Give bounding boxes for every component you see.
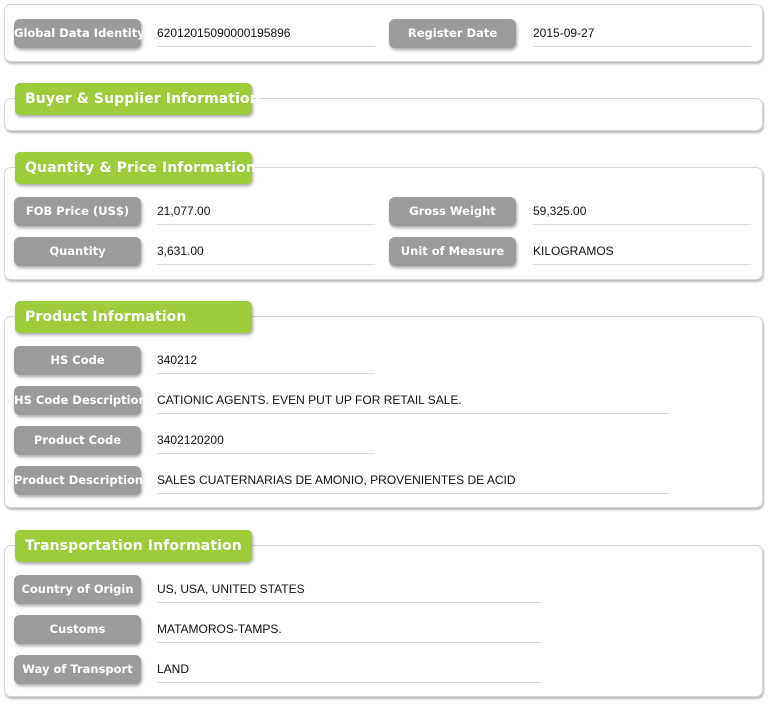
quantity-value: 3,631.00 [157, 243, 375, 265]
unit-of-measure-value: KILOGRAMOS [533, 243, 751, 265]
product-panel: HS Code 340212 HS Code Description CATIO… [4, 316, 763, 508]
quantity-price-title: Quantity & Price Information [15, 152, 256, 184]
customs-label: Customs [14, 615, 141, 644]
register-date-value: 2015-09-27 [533, 25, 751, 47]
hs-code-value: 340212 [157, 352, 375, 374]
quantity-label: Quantity [14, 237, 141, 266]
unit-of-measure-label: Unit of Measure [389, 237, 516, 266]
register-date-label: Register Date [389, 19, 516, 48]
product-code-value: 3402120200 [157, 432, 375, 454]
transportation-panel: Country of Origin US, USA, UNITED STATES… [4, 545, 763, 697]
product-title: Product Information [15, 301, 252, 333]
way-of-transport-label: Way of Transport [14, 655, 141, 684]
country-of-origin-value: US, USA, UNITED STATES [157, 581, 541, 603]
way-of-transport-value: LAND [157, 661, 541, 683]
product-description-label: Product Description [14, 466, 143, 495]
transportation-title: Transportation Information [15, 530, 252, 562]
global-data-identity-value: 62012015090000195896 [157, 25, 375, 47]
gross-weight-label: Gross Weight [389, 197, 516, 226]
gross-weight-value: 59,325.00 [533, 203, 751, 225]
hs-code-description-label: HS Code Description [14, 386, 147, 415]
fob-price-label: FOB Price (US$) [14, 197, 141, 226]
hs-code-description-value: CATIONIC AGENTS. EVEN PUT UP FOR RETAIL … [157, 392, 669, 414]
global-data-identity-label: Global Data Identity [14, 19, 145, 48]
product-code-label: Product Code [14, 426, 141, 455]
buyer-supplier-title: Buyer & Supplier Information [15, 83, 260, 115]
identity-panel: Global Data Identity 6201201509000019589… [4, 4, 763, 62]
hs-code-label: HS Code [14, 346, 141, 375]
product-description-value: SALES CUATERNARIAS DE AMONIO, PROVENIENT… [157, 472, 669, 494]
customs-value: MATAMOROS-TAMPS. [157, 621, 541, 643]
country-of-origin-label: Country of Origin [14, 575, 141, 604]
fob-price-value: 21,077.00 [157, 203, 375, 225]
